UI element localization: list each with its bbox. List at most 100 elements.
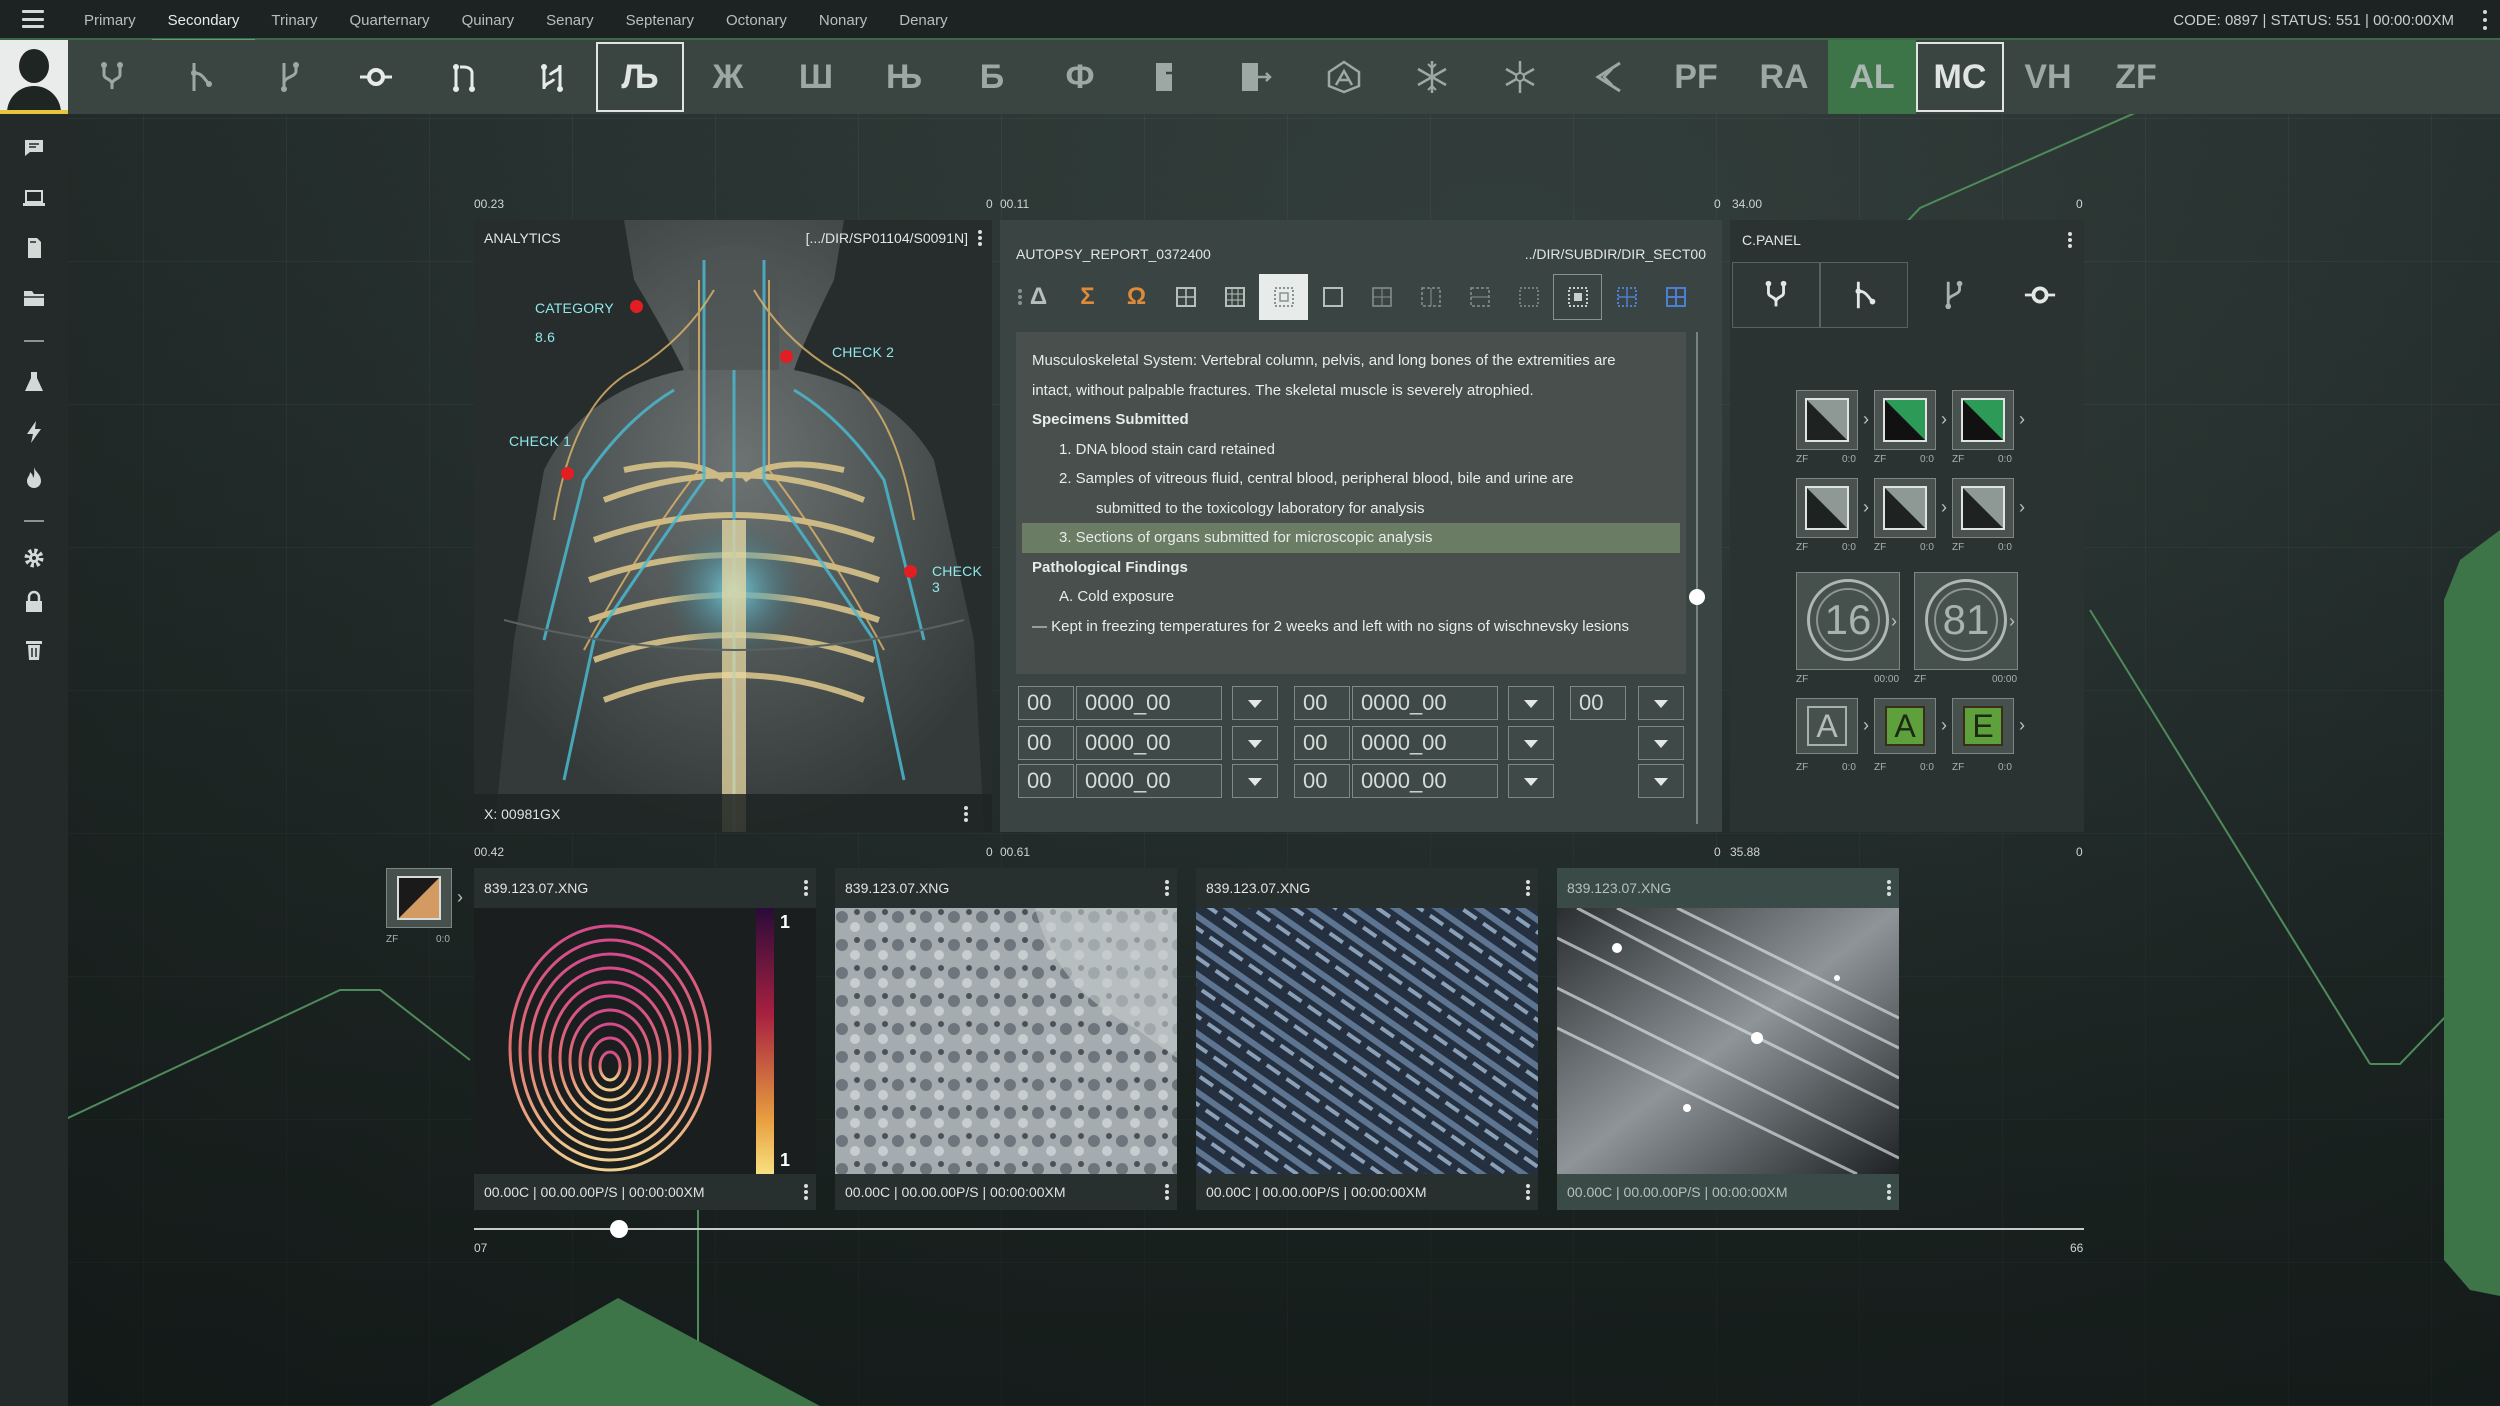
menu-item-septenary[interactable]: Septenary	[610, 0, 710, 40]
cpanel-split-tab-icon[interactable]	[1820, 262, 1908, 328]
letter-tile-1[interactable]: A ›	[1796, 698, 1869, 754]
toolbar-abbr-al[interactable]: AL	[1828, 40, 1916, 114]
dropdown-c-1[interactable]	[1638, 686, 1684, 720]
menu-item-quarternary[interactable]: Quarternary	[334, 0, 446, 40]
preview-tile[interactable]: ›	[1796, 390, 1869, 450]
field-b-short-1[interactable]: 00	[1294, 686, 1350, 720]
more-options-icon[interactable]	[2482, 10, 2488, 30]
field-b-long-2[interactable]: 0000_00	[1352, 726, 1498, 760]
field-b-long-3[interactable]: 0000_00	[1352, 764, 1498, 798]
compare-icon[interactable]	[508, 40, 596, 114]
grid-tool-3-icon[interactable]	[1259, 274, 1308, 320]
dropdown-b-2[interactable]	[1508, 726, 1554, 760]
toolbar-glyph-3[interactable]: Ш	[772, 40, 860, 114]
category-marker[interactable]	[630, 300, 643, 313]
thumbnail-menu-icon[interactable]	[1887, 880, 1891, 896]
thumbnail-menu-icon[interactable]	[1165, 880, 1169, 896]
document-icon[interactable]	[18, 234, 50, 262]
toolbar-glyph-1[interactable]: Љ	[596, 42, 684, 112]
sigma-tool-button[interactable]: Σ	[1063, 274, 1112, 320]
field-b-short-3[interactable]: 00	[1294, 764, 1350, 798]
preview-tile[interactable]: ›	[1952, 390, 2025, 450]
toolbar-abbr-vh[interactable]: VH	[2004, 40, 2092, 114]
emblem-icon[interactable]	[1300, 40, 1388, 114]
grid-tool-9-icon[interactable]	[1553, 274, 1602, 320]
toolbar-abbr-ra[interactable]: RA	[1740, 40, 1828, 114]
branch-fork-icon[interactable]	[68, 40, 156, 114]
chat-icon[interactable]	[18, 134, 50, 162]
snowflake-icon[interactable]	[1388, 40, 1476, 114]
toolbar-glyph-5[interactable]: Б	[948, 40, 1036, 114]
toolbar-abbr-zf[interactable]: ZF	[2092, 40, 2180, 114]
menu-item-primary[interactable]: Primary	[68, 0, 152, 40]
toolbar-glyph-2[interactable]: Ж	[684, 40, 772, 114]
grid-tool-5-icon[interactable]	[1357, 274, 1406, 320]
grid-tool-8-icon[interactable]	[1504, 274, 1553, 320]
thumbnail-card-4[interactable]: 839.123.07.XNG 00.00C | 00.00.00P/S | 00…	[1557, 868, 1899, 1210]
report-scrollbar[interactable]	[1696, 332, 1698, 824]
field-a-short-1[interactable]: 00	[1018, 686, 1074, 720]
cpanel-commit-tab-icon[interactable]	[1996, 262, 2084, 328]
preview-tile[interactable]: ›	[1874, 478, 1947, 538]
fire-icon[interactable]	[18, 464, 50, 492]
branch-merge-icon[interactable]	[244, 40, 332, 114]
cpanel-merge-tab-icon[interactable]	[1908, 262, 1996, 328]
cpanel-menu-icon[interactable]	[2068, 232, 2072, 248]
field-a-short-3[interactable]: 00	[1018, 764, 1074, 798]
grid-tool-2-icon[interactable]	[1210, 274, 1259, 320]
check-2-marker[interactable]	[780, 350, 793, 363]
field-a-short-2[interactable]: 00	[1018, 726, 1074, 760]
flask-icon[interactable]	[18, 368, 50, 396]
field-b-long-1[interactable]: 0000_00	[1352, 686, 1498, 720]
dropdown-c-2[interactable]	[1638, 726, 1684, 760]
toolbar-glyph-6[interactable]: Ф	[1036, 40, 1124, 114]
letter-tile-2[interactable]: A ›	[1874, 698, 1947, 754]
menu-item-secondary[interactable]: Secondary	[151, 0, 256, 42]
timeline-slider-thumb[interactable]	[609, 1220, 628, 1238]
toolbar-abbr-pf[interactable]: PF	[1652, 40, 1740, 114]
thumbnail-card-1[interactable]: 839.123.07.XNG 1 1 00.00C | 00.00.00P/S …	[474, 868, 816, 1210]
mini-preview-tile[interactable]: ›	[386, 868, 463, 928]
field-a-long-1[interactable]: 0000_00	[1076, 686, 1222, 720]
grid-tool-4-icon[interactable]	[1308, 274, 1357, 320]
menu-item-nonary[interactable]: Nonary	[803, 0, 883, 40]
check-1-marker[interactable]	[561, 467, 574, 480]
angle-emblem-icon[interactable]	[1564, 40, 1652, 114]
lightning-icon[interactable]	[18, 418, 50, 446]
dropdown-c-3[interactable]	[1638, 764, 1684, 798]
letter-tile-3[interactable]: E ›	[1952, 698, 2025, 754]
cpanel-fork-tab-icon[interactable]	[1732, 262, 1820, 328]
trash-icon[interactable]	[18, 636, 50, 664]
menu-item-quinary[interactable]: Quinary	[446, 0, 531, 40]
thumbnail-menu-icon[interactable]	[804, 880, 808, 896]
toolbar-abbr-mc[interactable]: MC	[1916, 42, 2004, 112]
dropdown-b-3[interactable]	[1508, 764, 1554, 798]
dial-tile-1[interactable]: 16 ›	[1796, 572, 1900, 670]
timeline-slider-track[interactable]	[474, 1228, 2084, 1230]
dropdown-a-2[interactable]	[1232, 726, 1278, 760]
exit-door-icon[interactable]	[1124, 40, 1212, 114]
report-toolbar-more-icon[interactable]	[1018, 289, 1022, 305]
analytics-menu-icon[interactable]	[978, 230, 982, 246]
toolbar-glyph-4[interactable]: Њ	[860, 40, 948, 114]
dropdown-a-3[interactable]	[1232, 764, 1278, 798]
snowflake-alt-icon[interactable]	[1476, 40, 1564, 114]
check-3-marker[interactable]	[904, 565, 917, 578]
menu-item-senary[interactable]: Senary	[530, 0, 610, 40]
grid-tool-6-icon[interactable]	[1406, 274, 1455, 320]
field-b-short-2[interactable]: 00	[1294, 726, 1350, 760]
grid-tool-7-icon[interactable]	[1455, 274, 1504, 320]
enter-door-icon[interactable]	[1212, 40, 1300, 114]
field-c-short-1[interactable]: 00	[1570, 686, 1626, 720]
preview-tile[interactable]: ›	[1952, 478, 2025, 538]
report-scrollbar-thumb[interactable]	[1689, 589, 1705, 605]
commit-icon[interactable]	[332, 40, 420, 114]
preview-tile[interactable]: ›	[1796, 478, 1869, 538]
analytics-footer-menu-icon[interactable]	[964, 806, 968, 822]
grid-tool-1-icon[interactable]	[1161, 274, 1210, 320]
thumbnail-footer-menu-icon[interactable]	[1165, 1184, 1169, 1200]
gear-icon[interactable]	[18, 544, 50, 572]
preview-tile[interactable]: ›	[1874, 390, 1947, 450]
pull-request-icon[interactable]	[420, 40, 508, 114]
grid-tool-11-icon[interactable]	[1651, 274, 1700, 320]
